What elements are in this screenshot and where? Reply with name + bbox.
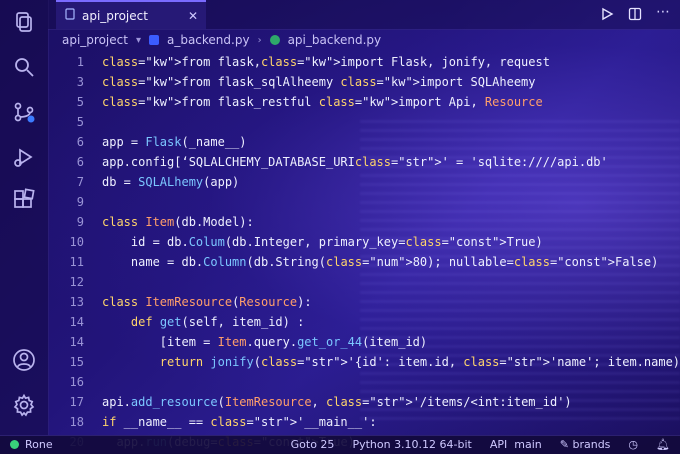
line-number: 5 xyxy=(76,95,84,109)
code-line: 9 xyxy=(48,192,102,212)
code-line: 7 db = SQLALhemy(app) xyxy=(48,172,240,192)
line-number: 6 xyxy=(76,155,84,169)
line-number: 3 xyxy=(76,75,84,89)
code-text: def get(self, item_id) : xyxy=(130,315,305,329)
line-number: 1 xyxy=(76,55,84,69)
status-brands[interactable]: ✎ brands xyxy=(560,438,611,451)
line-number: 9 xyxy=(76,215,84,229)
file-icon xyxy=(64,8,76,23)
code-text: name = db.Column(db.String(class="num">8… xyxy=(102,255,659,269)
brush-icon: ✎ xyxy=(559,438,569,451)
line-number: 12 xyxy=(69,275,84,289)
breadcrumb: api_project ▾ a_backend.py › api_backend… xyxy=(62,31,381,49)
line-number: 10 xyxy=(69,235,84,249)
search-icon[interactable] xyxy=(12,55,36,79)
code-line: 11 name = db.Column(db.String(class="num… xyxy=(48,252,659,272)
status-python[interactable]: Python 3.10.12 64-bit xyxy=(352,438,471,451)
code-editor[interactable]: 1 class="kw">from flask,class="kw">import… xyxy=(48,48,680,449)
code-line: 9 class Item(db.Model): xyxy=(48,212,254,232)
code-text: return jonify(class="str">'{id': item.id… xyxy=(159,355,680,369)
line-number: 16 xyxy=(69,375,84,389)
code-line: 6 app = Flask(_name__) xyxy=(48,132,247,152)
status-branch[interactable]: Rone xyxy=(25,438,53,451)
status-left: Rone xyxy=(10,438,53,451)
status-right: Goto 25 Python 3.10.12 64-bit API main ✎… xyxy=(291,438,670,451)
status-bar: Rone Goto 25 Python 3.10.12 64-bit API m… xyxy=(0,435,680,454)
breadcrumb-file2[interactable]: api_backend.py xyxy=(288,33,382,47)
status-goto[interactable]: Goto 25 xyxy=(291,438,335,451)
code-line: 14 [item = Item.query.get_or_44(item_id) xyxy=(48,332,428,352)
status-main: main xyxy=(514,438,542,451)
code-text: app = Flask(_name__) xyxy=(102,135,247,149)
split-editor-icon[interactable] xyxy=(628,6,642,25)
line-number: 14 xyxy=(69,335,84,349)
chevron-down-icon: ▾ xyxy=(135,34,141,46)
line-number: 17 xyxy=(69,395,84,409)
run-debug-icon[interactable] xyxy=(12,145,36,169)
code-text: class="kw">from flask_restful class="kw"… xyxy=(102,95,543,109)
close-icon[interactable]: ✕ xyxy=(188,9,198,23)
code-text: class="kw">from flask_sqlAlheemy class="… xyxy=(102,75,536,89)
code-line: 13 class ItemResource(Resource): xyxy=(48,292,312,312)
code-line: 18 if __name__ == class="str">'__main__': xyxy=(48,412,377,432)
line-number: 9 xyxy=(76,195,84,209)
code-line: 15 return jonify(class="str">'{id': item… xyxy=(48,352,680,372)
tab-bar: api_project ✕ ⋯ xyxy=(48,0,680,30)
chevron-right-icon: › xyxy=(257,34,262,46)
source-control-icon[interactable] xyxy=(12,100,36,124)
history-icon[interactable]: ◷ xyxy=(628,438,638,451)
tab-api-project[interactable]: api_project ✕ xyxy=(56,0,206,29)
code-text: class ItemResource(Resource): xyxy=(102,295,312,309)
status-dot-icon xyxy=(10,440,19,449)
status-api-label: API xyxy=(489,438,508,451)
editor-actions: ⋯ xyxy=(600,5,670,25)
code-text: class Item(db.Model): xyxy=(102,215,254,229)
explorer-icon[interactable] xyxy=(12,10,36,34)
extensions-icon[interactable] xyxy=(12,188,36,212)
code-text: class="kw">from flask,class="kw">import … xyxy=(102,55,550,69)
code-text: api.add_resource(ItemResource, class="st… xyxy=(102,395,572,409)
python-file-icon xyxy=(148,35,159,45)
breadcrumb-root[interactable]: api_project xyxy=(62,33,128,47)
line-number: 15 xyxy=(69,355,84,369)
code-line: 14 def get(self, item_id) : xyxy=(48,312,305,332)
code-line: 10 id = db.Colum(db.Integer, primary_key… xyxy=(48,232,543,252)
line-number: 7 xyxy=(76,175,84,189)
status-api[interactable]: API main xyxy=(490,438,542,451)
python-file-icon-2 xyxy=(269,35,280,45)
code-text: [item = Item.query.get_or_44(item_id) xyxy=(102,335,428,349)
status-brands-label: brands xyxy=(572,438,611,451)
code-text: db = SQLALhemy(app) xyxy=(102,175,240,189)
more-actions-icon[interactable]: ⋯ xyxy=(656,5,670,25)
line-number: 14 xyxy=(69,315,84,329)
activity-bar xyxy=(0,0,49,435)
code-line: 1 class="kw">from flask,class="kw">import… xyxy=(48,52,550,72)
bell-icon[interactable]: 🔔︎ xyxy=(656,438,670,451)
code-text: app.config[ʻSQLALCHEMY_DATABASE_URIclass… xyxy=(102,155,608,169)
code-text: id = db.Colum(db.Integer, primary_key=cl… xyxy=(102,235,543,249)
line-number: 5 xyxy=(76,115,84,129)
tab-label: api_project xyxy=(82,8,148,23)
breadcrumb-file1[interactable]: a_backend.py xyxy=(167,33,250,47)
run-icon[interactable] xyxy=(600,6,614,25)
account-icon[interactable] xyxy=(12,348,36,372)
line-number: 6 xyxy=(76,135,84,149)
code-line: 5 xyxy=(48,112,102,132)
line-number: 11 xyxy=(69,255,84,269)
line-number: 13 xyxy=(69,295,84,309)
code-line: 16 xyxy=(48,372,102,392)
line-number: 18 xyxy=(69,415,84,429)
settings-gear-icon[interactable] xyxy=(12,393,36,417)
code-line: 17 api.add_resource(ItemResource, class="… xyxy=(48,392,572,412)
code-text: if __name__ == class="str">'__main__': xyxy=(102,415,377,429)
code-line: 6 app.config[ʻSQLALCHEMY_DATABASE_URIclas… xyxy=(48,152,608,172)
code-line: 12 xyxy=(48,272,102,292)
code-line: 5 class="kw">from flask_restful class="kw… xyxy=(48,92,543,112)
code-line: 3 class="kw">from flask_sqlAlheemy class=… xyxy=(48,72,536,92)
